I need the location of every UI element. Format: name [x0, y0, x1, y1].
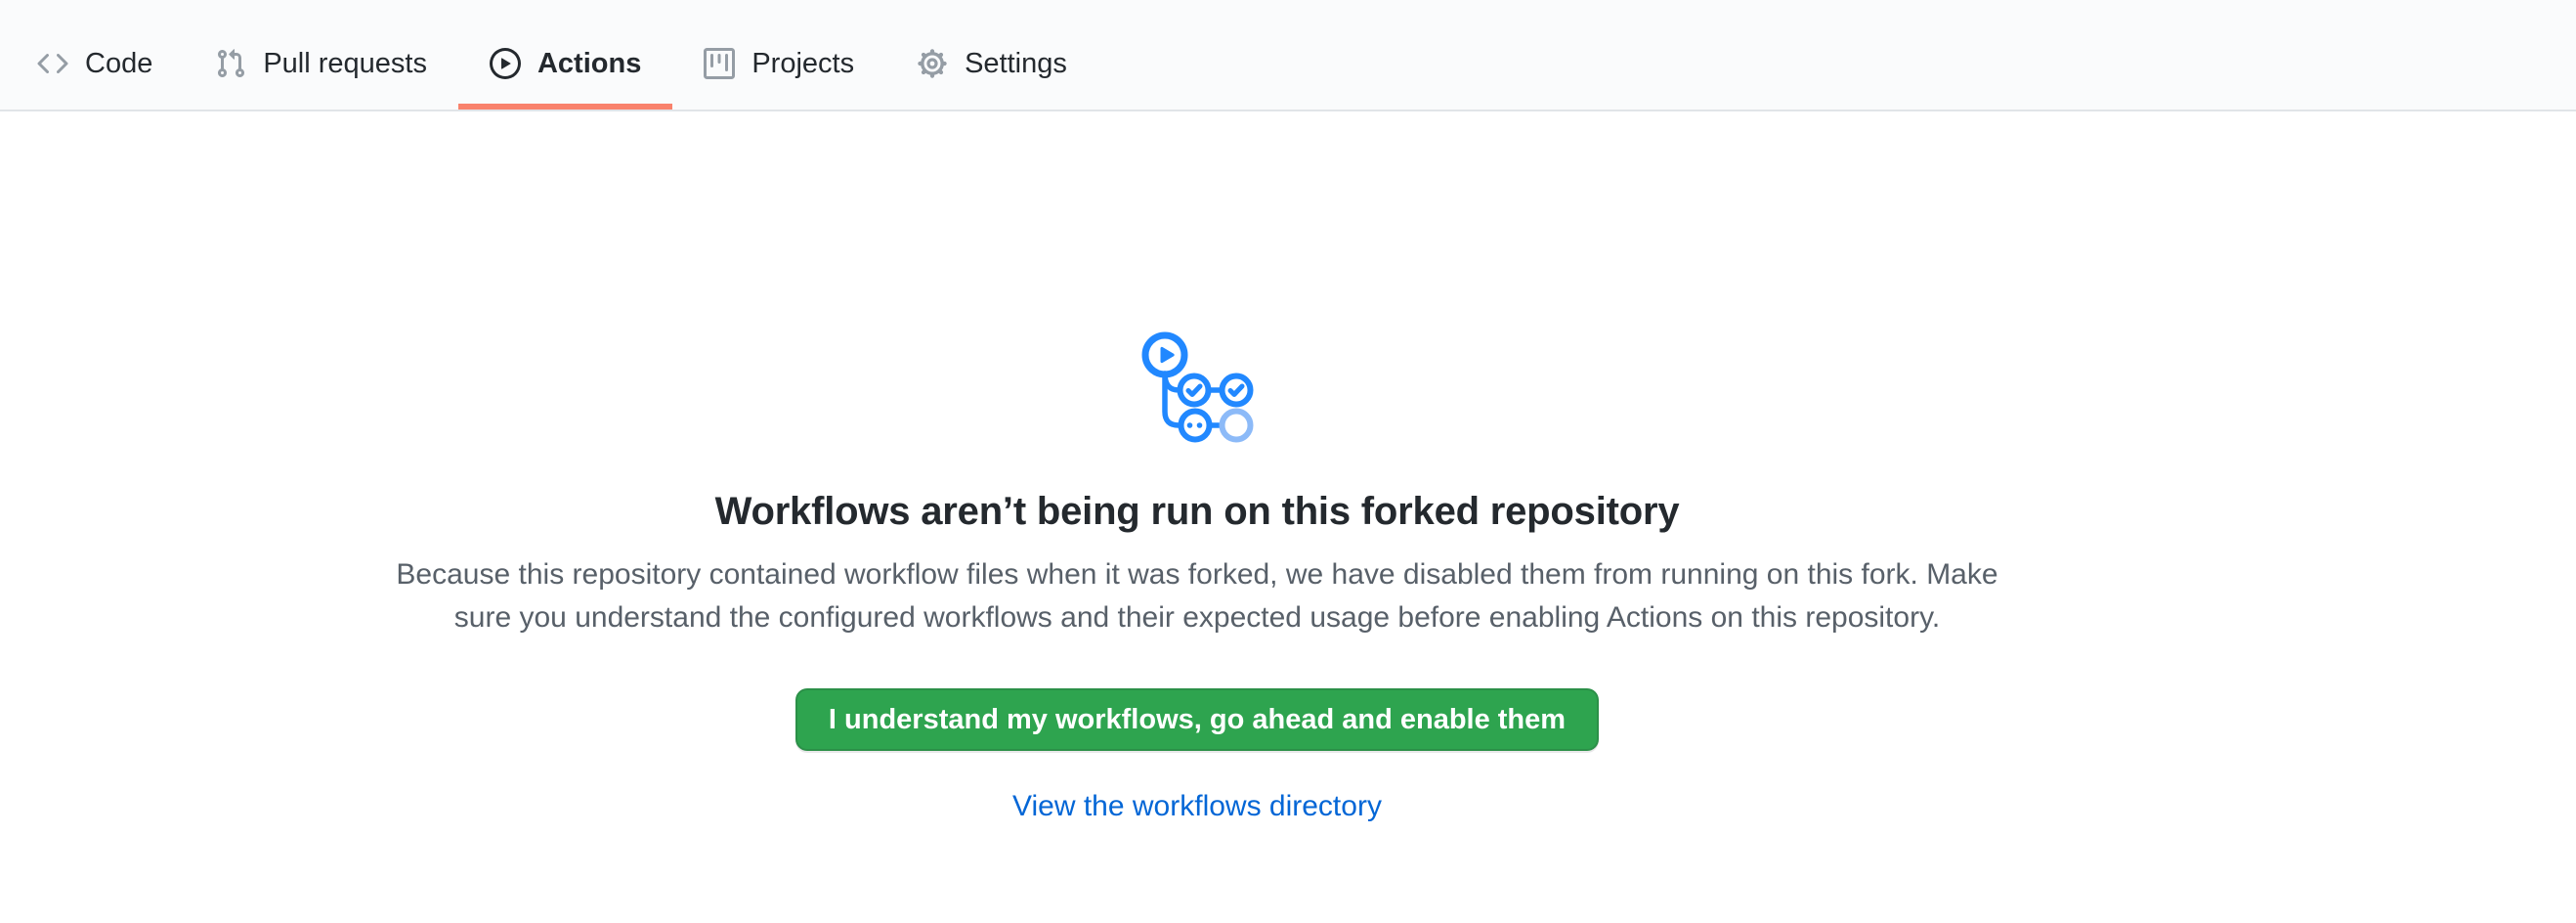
tab-settings-label: Settings — [965, 50, 1067, 78]
tab-pull-requests-label: Pull requests — [263, 50, 427, 78]
code-icon — [37, 48, 68, 79]
git-pull-request-icon — [215, 48, 246, 79]
project-icon — [704, 48, 735, 79]
tab-settings[interactable]: Settings — [885, 0, 1098, 110]
tab-code-label: Code — [85, 50, 152, 78]
play-icon — [490, 48, 521, 79]
tab-code[interactable]: Code — [6, 0, 184, 110]
repo-nav: Code Pull requests Actions Projects — [0, 0, 2576, 111]
tab-projects[interactable]: Projects — [672, 0, 885, 110]
tab-projects-label: Projects — [751, 50, 854, 78]
tab-actions[interactable]: Actions — [458, 0, 672, 110]
gear-icon — [917, 48, 948, 79]
tab-actions-label: Actions — [537, 50, 641, 78]
view-workflows-directory-link[interactable]: View the workflows directory — [1012, 790, 1382, 823]
enable-workflows-button[interactable]: I understand my workflows, go ahead and … — [795, 688, 1599, 751]
actions-blankslate: Workflows aren’t being run on this forke… — [0, 331, 2394, 823]
workflow-graph-icon — [1139, 331, 1255, 445]
blankslate-heading: Workflows aren’t being run on this forke… — [0, 490, 2394, 534]
blankslate-description: Because this repository contained workfl… — [366, 553, 2028, 639]
tab-pull-requests[interactable]: Pull requests — [184, 0, 458, 110]
